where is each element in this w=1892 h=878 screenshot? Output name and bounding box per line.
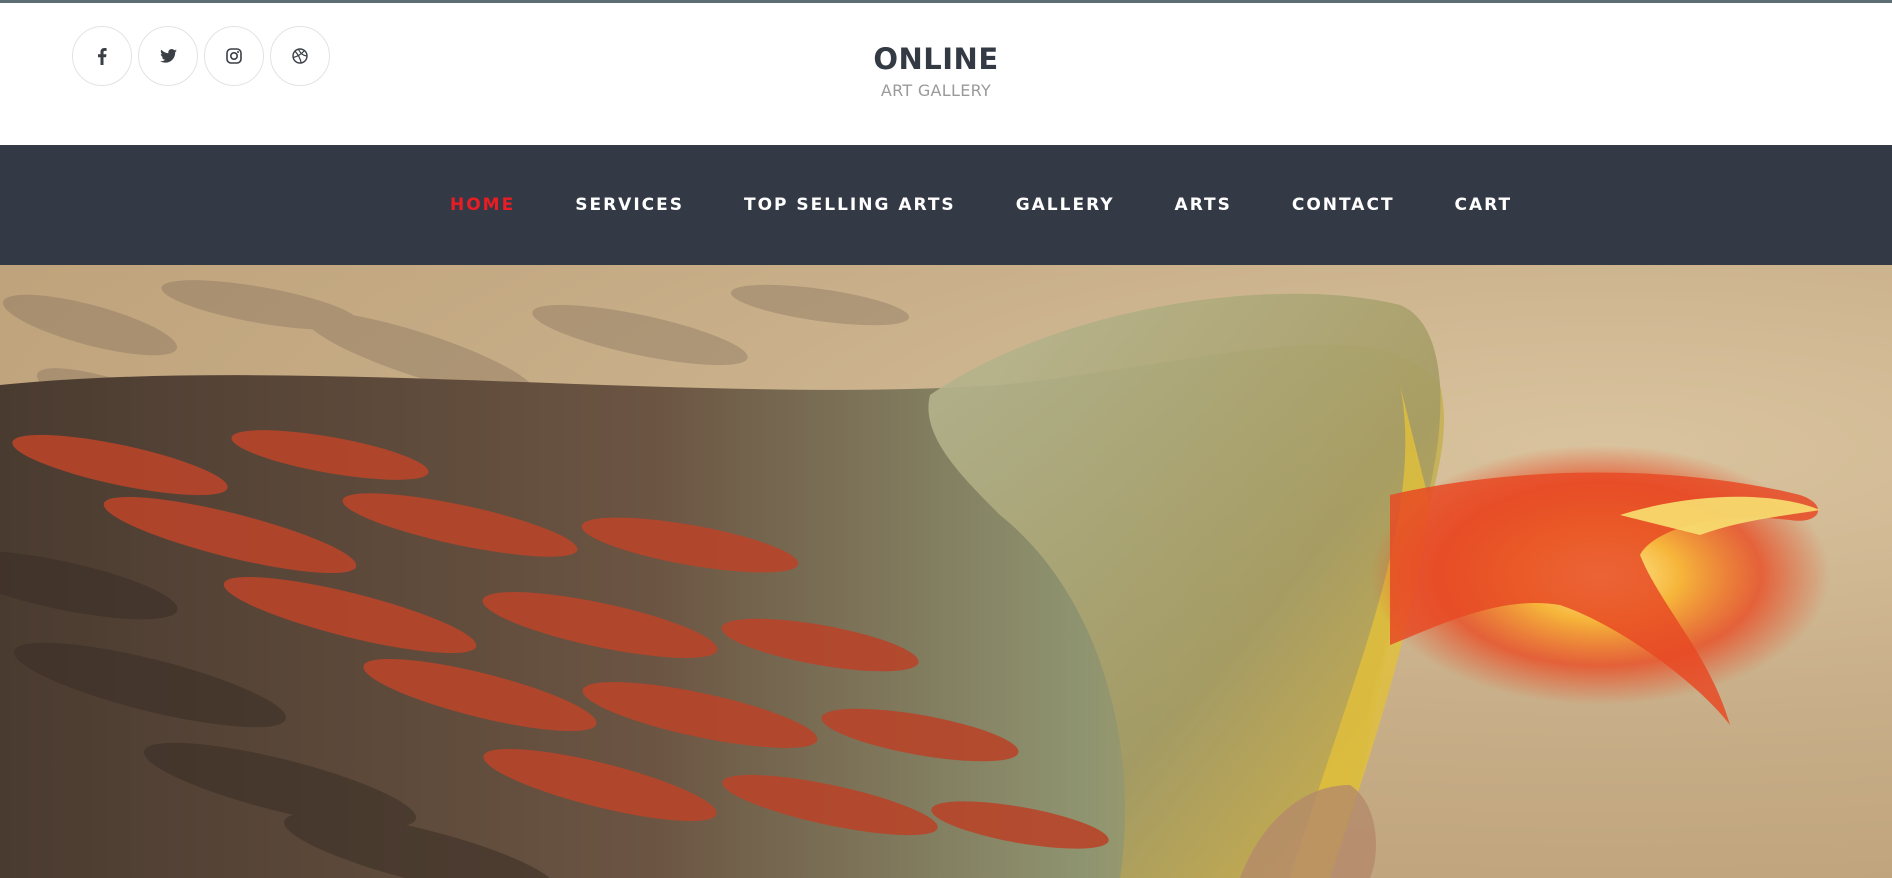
site-header: ONLINE ART GALLERY — [0, 3, 1892, 145]
phoenix-artwork — [0, 280, 1830, 878]
nav-item-top-selling-arts[interactable]: TOP SELLING ARTS — [744, 195, 956, 215]
site-logo[interactable]: ONLINE ART GALLERY — [0, 39, 1872, 100]
main-navigation: HOME SERVICES TOP SELLING ARTS GALLERY A… — [0, 145, 1892, 265]
nav-item-gallery[interactable]: GALLERY — [1016, 195, 1115, 215]
hero-banner — [0, 265, 1892, 878]
nav-item-cart[interactable]: CART — [1455, 195, 1513, 215]
nav-item-contact[interactable]: CONTACT — [1292, 195, 1395, 215]
brand-subtitle: ART GALLERY — [880, 81, 992, 100]
nav-item-services[interactable]: SERVICES — [575, 195, 684, 215]
nav-item-home[interactable]: HOME — [450, 195, 515, 215]
brand-title: ONLINE — [873, 42, 999, 76]
nav-item-arts[interactable]: ARTS — [1175, 195, 1232, 215]
